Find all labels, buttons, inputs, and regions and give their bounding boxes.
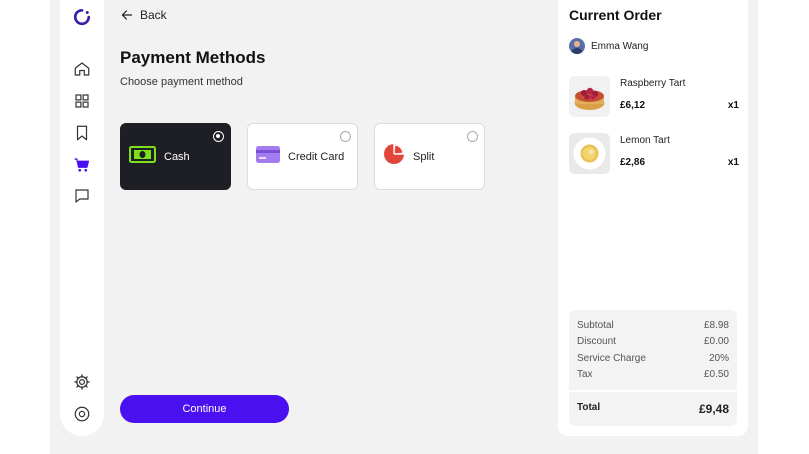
service-charge-label: Service Charge bbox=[577, 353, 646, 364]
order-title: Current Order bbox=[569, 7, 662, 23]
cart-icon[interactable] bbox=[71, 154, 93, 176]
payment-option-cash[interactable]: Cash bbox=[120, 123, 231, 190]
summary-divider bbox=[569, 390, 737, 392]
service-charge-value: 20% bbox=[708, 353, 729, 364]
pie-chart-icon bbox=[383, 143, 405, 170]
avatar bbox=[569, 38, 585, 54]
order-summary: Subtotal £8.98 Discount £0.00 Service Ch… bbox=[569, 310, 737, 426]
payment-option-label: Cash bbox=[164, 150, 190, 163]
tax-value: £0.50 bbox=[703, 369, 729, 380]
gear-icon[interactable] bbox=[71, 371, 93, 393]
discount-label: Discount bbox=[577, 336, 616, 347]
power-icon[interactable] bbox=[71, 403, 93, 425]
summary-row-service-charge: Service Charge 20% bbox=[577, 353, 729, 364]
order-item[interactable]: Raspberry Tart £6,12 x1 bbox=[569, 76, 739, 118]
home-icon[interactable] bbox=[71, 58, 93, 80]
customer: Emma Wang bbox=[569, 38, 648, 54]
subtotal-value: £8.98 bbox=[703, 320, 729, 331]
tax-label: Tax bbox=[577, 369, 593, 380]
page-subtitle: Choose payment method bbox=[120, 76, 243, 88]
total-label: Total bbox=[577, 402, 601, 413]
sidebar bbox=[60, 0, 104, 436]
grid-icon[interactable] bbox=[71, 90, 93, 112]
summary-row-subtotal: Subtotal £8.98 bbox=[577, 320, 729, 331]
page-title: Payment Methods bbox=[120, 48, 266, 67]
item-price: £2,86 bbox=[620, 157, 646, 168]
chat-icon[interactable] bbox=[71, 185, 93, 207]
radio-unselected[interactable] bbox=[340, 131, 351, 142]
item-price: £6,12 bbox=[620, 100, 646, 111]
discount-value: £0.00 bbox=[703, 336, 729, 347]
item-name: Lemon Tart bbox=[620, 135, 670, 146]
cash-icon bbox=[129, 145, 156, 168]
payment-option-label: Split bbox=[413, 150, 435, 163]
summary-row-tax: Tax £0.50 bbox=[577, 369, 729, 380]
logo-icon[interactable] bbox=[71, 6, 93, 28]
subtotal-label: Subtotal bbox=[577, 320, 614, 331]
current-order-panel: Current Order Emma Wang Raspberry Tart £… bbox=[558, 0, 748, 436]
back-label: Back bbox=[140, 8, 167, 22]
radio-selected[interactable] bbox=[213, 131, 224, 142]
item-quantity: x1 bbox=[727, 100, 739, 111]
credit-card-icon bbox=[256, 145, 280, 168]
radio-unselected[interactable] bbox=[467, 131, 478, 142]
lemon-tart-image bbox=[569, 133, 610, 174]
app-window: Back Payment Methods Choose payment meth… bbox=[50, 0, 758, 454]
back-button[interactable]: Back bbox=[120, 8, 167, 22]
payment-option-credit-card[interactable]: Credit Card bbox=[247, 123, 358, 190]
total-value: £9,48 bbox=[698, 402, 729, 416]
summary-row-discount: Discount £0.00 bbox=[577, 336, 729, 347]
continue-button[interactable]: Continue bbox=[120, 395, 289, 423]
item-name: Raspberry Tart bbox=[620, 78, 686, 89]
arrow-left-icon bbox=[121, 10, 133, 20]
payment-option-label: Credit Card bbox=[288, 150, 345, 163]
customer-name: Emma Wang bbox=[591, 40, 649, 52]
item-quantity: x1 bbox=[727, 157, 739, 168]
bookmark-icon[interactable] bbox=[71, 122, 93, 144]
order-item[interactable]: Lemon Tart £2,86 x1 bbox=[569, 133, 739, 175]
payment-option-split[interactable]: Split bbox=[374, 123, 485, 190]
summary-row-total: Total £9,48 bbox=[577, 402, 729, 416]
raspberry-tart-image bbox=[569, 76, 610, 117]
